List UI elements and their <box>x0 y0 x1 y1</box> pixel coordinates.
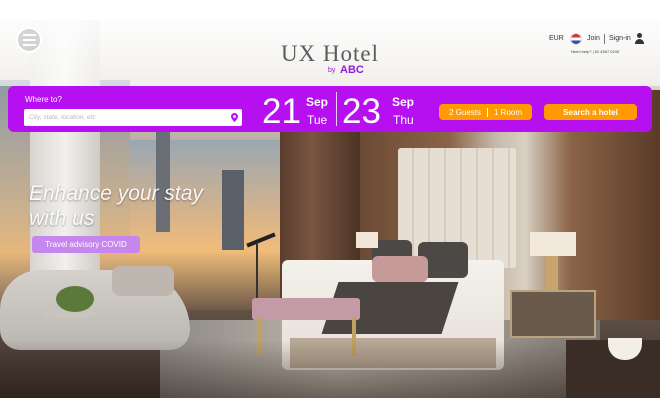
floor-shade <box>0 340 660 398</box>
logo-title: UX Hotel <box>280 41 380 66</box>
bench <box>252 298 360 320</box>
headline-line: Enhance your stay <box>29 182 203 205</box>
where-to-label: Where to? <box>25 95 62 104</box>
logo[interactable]: UX Hotel by ABC <box>252 41 408 77</box>
rooms-label: 1 Room <box>494 107 523 117</box>
join-link[interactable]: Join <box>587 35 600 42</box>
lamp-shade <box>530 232 576 256</box>
travel-advisory-button[interactable]: Travel advisory COVID <box>32 236 140 253</box>
tripod <box>256 242 258 298</box>
hero-headline: Enhance your stay with us <box>29 181 259 231</box>
menu-icon <box>22 44 36 46</box>
help-text: Need help? | 62 4567 0240 <box>571 49 620 54</box>
menu-icon <box>22 39 36 41</box>
divider <box>604 34 605 44</box>
currency-selector[interactable]: EUR <box>549 35 564 42</box>
plant <box>56 286 94 312</box>
signin-link[interactable]: Sign-in <box>609 35 631 42</box>
menu-icon <box>22 34 36 36</box>
checkout-weekday: Thu <box>393 113 414 127</box>
pillow <box>372 256 428 282</box>
lamp <box>356 232 378 248</box>
guests-rooms-selector[interactable]: 2 Guests 1 Room <box>439 104 532 120</box>
flag-icon[interactable] <box>570 33 582 45</box>
page: UX Hotel by ABC EUR Join Sign-in Need he… <box>0 0 660 420</box>
checkin-day[interactable]: 21 <box>262 94 301 129</box>
checkout-month: Sep <box>392 95 415 109</box>
logo-brand: ABC <box>340 64 364 76</box>
destination-input[interactable] <box>24 109 242 126</box>
search-hotel-button[interactable]: Search a hotel <box>544 104 637 120</box>
sofa-pillow <box>112 266 174 296</box>
checkout-day[interactable]: 23 <box>342 94 381 129</box>
location-pin-icon[interactable] <box>231 113 238 122</box>
menu-button[interactable] <box>16 27 42 53</box>
logo-by: by <box>328 67 336 74</box>
lamp-base <box>546 256 558 290</box>
guests-label: 2 Guests <box>448 107 481 117</box>
nightstand <box>510 290 596 338</box>
user-icon[interactable] <box>634 33 644 44</box>
checkin-weekday: Tue <box>307 113 328 127</box>
checkin-month: Sep <box>306 95 329 109</box>
date-divider <box>336 92 337 126</box>
headline-line: with us <box>29 207 95 230</box>
guests-divider <box>487 107 488 117</box>
